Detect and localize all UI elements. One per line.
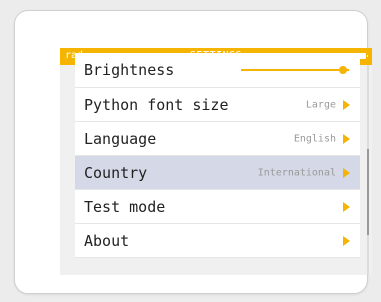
brightness-slider-knob[interactable] xyxy=(338,66,347,74)
settings-item-test-mode[interactable]: Test mode xyxy=(75,190,360,224)
settings-item-value: English xyxy=(293,133,336,144)
settings-item-label: About xyxy=(84,231,130,250)
calculator-device: rad SETTINGS Brightness Python font size… xyxy=(14,10,372,294)
settings-item-about[interactable]: About xyxy=(75,224,360,258)
settings-item-label: Country xyxy=(84,163,148,182)
settings-screen: rad SETTINGS Brightness Python font size… xyxy=(60,48,372,275)
settings-item-python-font-size[interactable]: Python font size Large xyxy=(75,88,360,122)
settings-item-brightness[interactable]: Brightness xyxy=(75,53,360,88)
chevron-right-icon xyxy=(343,133,350,144)
scrollbar-thumb[interactable] xyxy=(367,149,369,235)
settings-item-label: Language xyxy=(84,129,157,148)
settings-item-label: Test mode xyxy=(84,197,166,216)
settings-list: Brightness Python font size Large Langua… xyxy=(75,53,360,258)
chevron-right-icon xyxy=(343,99,350,110)
chevron-right-icon xyxy=(343,235,350,246)
brightness-slider[interactable] xyxy=(241,66,349,74)
scrollbar[interactable] xyxy=(367,65,369,275)
settings-item-country[interactable]: Country International xyxy=(75,156,360,190)
settings-item-language[interactable]: Language English xyxy=(75,122,360,156)
settings-item-value: Large xyxy=(305,99,336,110)
settings-item-label: Brightness xyxy=(84,61,175,79)
settings-item-value: International xyxy=(257,167,336,178)
chevron-right-icon xyxy=(343,167,350,178)
settings-item-label: Python font size xyxy=(84,95,229,114)
chevron-right-icon xyxy=(343,201,350,212)
